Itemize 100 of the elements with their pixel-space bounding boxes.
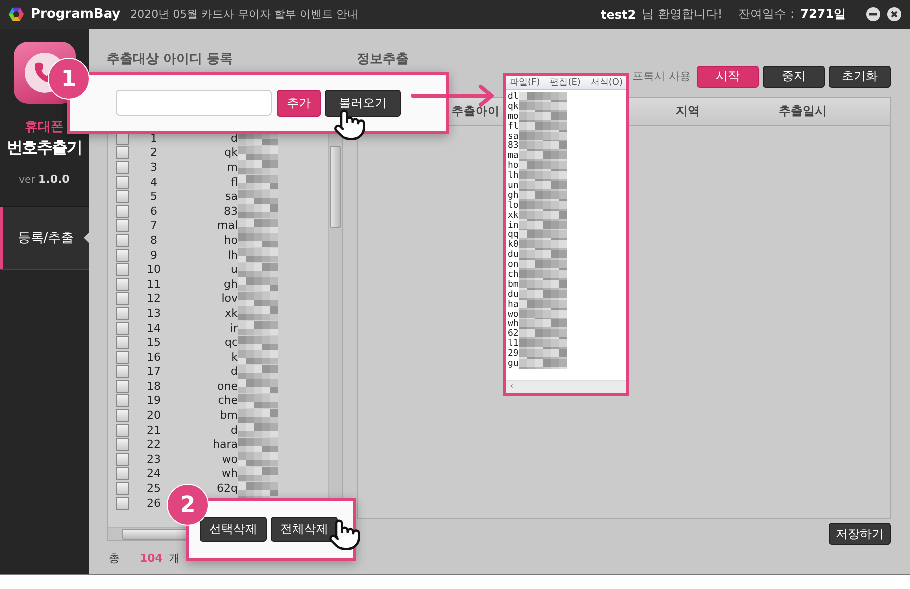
pixelated-text	[518, 230, 567, 240]
text-line: 29	[508, 349, 519, 360]
pixelated-text	[518, 200, 567, 211]
pixelated-text	[518, 270, 567, 280]
row-checkbox[interactable]	[116, 278, 129, 291]
total-unit: 개	[168, 551, 180, 566]
text-line: ch	[508, 270, 519, 280]
pixelated-text	[518, 151, 567, 162]
pixelated-text	[518, 171, 567, 182]
pixelated-text	[518, 339, 567, 350]
row-number: 15	[146, 336, 162, 350]
menu-item[interactable]: 파일(F)	[510, 76, 540, 89]
row-checkbox[interactable]	[116, 176, 129, 189]
id-cell-text: bm	[219, 409, 238, 422]
row-checkbox[interactable]	[116, 263, 129, 276]
id-input-field[interactable]	[116, 90, 272, 116]
row-checkbox[interactable]	[116, 248, 129, 262]
row-number: 8	[150, 234, 158, 247]
row-checkbox[interactable]	[116, 365, 129, 378]
row-checkbox[interactable]	[116, 219, 129, 232]
row-number: 19	[146, 394, 162, 408]
id-cell-text: gh	[223, 278, 238, 291]
row-checkbox[interactable]	[116, 292, 129, 306]
close-icon[interactable]	[887, 7, 902, 22]
row-number: 6	[150, 204, 158, 218]
id-cell-text: fl	[230, 176, 238, 189]
row-number: 1	[150, 132, 158, 145]
text-line: qk	[508, 102, 519, 112]
text-line: gu	[508, 359, 519, 369]
pixelated-text	[518, 92, 567, 102]
pixelated-text	[518, 112, 567, 122]
id-cell-text: ir	[229, 322, 238, 335]
text-line: qq	[508, 230, 519, 240]
nav-item[interactable]: 등록/추출	[0, 207, 89, 269]
logo-icon	[8, 6, 25, 23]
delete-button[interactable]: 전체삭제	[271, 517, 338, 542]
action-button[interactable]: 초기화	[829, 66, 891, 88]
row-checkbox[interactable]	[116, 496, 129, 510]
horizontal-scrollbar[interactable]: ‹	[506, 380, 626, 393]
text-line: ma	[508, 151, 519, 162]
user-name: test2	[601, 8, 636, 22]
text-line: du	[508, 250, 519, 260]
row-checkbox[interactable]	[116, 322, 129, 335]
row-checkbox[interactable]	[116, 409, 129, 422]
row-number: 25	[146, 482, 162, 496]
row-number: 24	[146, 467, 162, 480]
row-checkbox[interactable]	[116, 438, 129, 452]
id-cell-text: hara	[212, 438, 238, 452]
text-line: mo	[508, 112, 519, 122]
text-line: lo	[508, 200, 519, 211]
pixelated-text	[518, 180, 567, 191]
row-number: 17	[146, 365, 162, 378]
save-button[interactable]: 저장하기	[829, 523, 891, 545]
column-header: 지역	[676, 103, 700, 120]
row-checkbox[interactable]	[116, 146, 129, 160]
pixelated-text	[518, 102, 567, 112]
pixelated-text	[518, 359, 567, 369]
id-cell-text: che	[217, 394, 238, 408]
row-checkbox[interactable]	[116, 160, 129, 174]
text-line: 62	[508, 329, 519, 340]
add-button[interactable]: 추가	[277, 90, 321, 116]
menu-item[interactable]: 편집(E)	[550, 76, 581, 89]
load-button[interactable]: 불러오기	[325, 90, 401, 116]
minimize-icon[interactable]	[866, 7, 881, 22]
row-checkbox[interactable]	[116, 467, 129, 480]
row-number: 14	[146, 322, 162, 335]
row-checkbox[interactable]	[116, 234, 129, 247]
row-checkbox[interactable]	[116, 394, 129, 408]
text-line: sa	[508, 132, 519, 142]
row-number: 4	[150, 176, 158, 189]
row-checkbox[interactable]	[116, 350, 129, 364]
column-header: 추출아이	[452, 104, 500, 119]
start-button[interactable]: 시작	[697, 66, 759, 88]
row-checkbox[interactable]	[116, 482, 129, 496]
pixelated-text	[518, 220, 567, 231]
row-checkbox[interactable]	[116, 306, 129, 320]
row-number: 26	[146, 496, 162, 510]
row-checkbox[interactable]	[116, 190, 129, 204]
row-number: 18	[146, 380, 162, 393]
row-checkbox[interactable]	[116, 452, 129, 466]
delete-button[interactable]: 선택삭제	[200, 517, 267, 542]
pixelated-text	[518, 190, 567, 201]
text-line: ho	[508, 161, 519, 172]
menu-item[interactable]: 서식(O)	[590, 76, 624, 89]
app-title: 번호추출기	[7, 138, 82, 159]
proxy-label: 프록시 사용	[632, 69, 691, 84]
id-cell-text: 83	[223, 204, 238, 218]
row-number: 16	[146, 350, 162, 364]
id-cell-text: k	[230, 350, 238, 364]
row-checkbox[interactable]	[116, 424, 129, 437]
row-checkbox[interactable]	[116, 380, 129, 393]
row-number: 7	[150, 219, 158, 232]
action-button[interactable]: 중지	[763, 66, 825, 88]
row-checkbox[interactable]	[116, 204, 129, 218]
column-header: 추출일시	[779, 103, 827, 120]
notice-link[interactable]: 2020년 05월 카드사 무이자 할부 이벤트 안내	[130, 7, 359, 22]
pixelated-text	[518, 250, 567, 260]
text-line: un	[508, 180, 519, 191]
row-number: 11	[146, 278, 162, 291]
row-checkbox[interactable]	[116, 336, 129, 350]
